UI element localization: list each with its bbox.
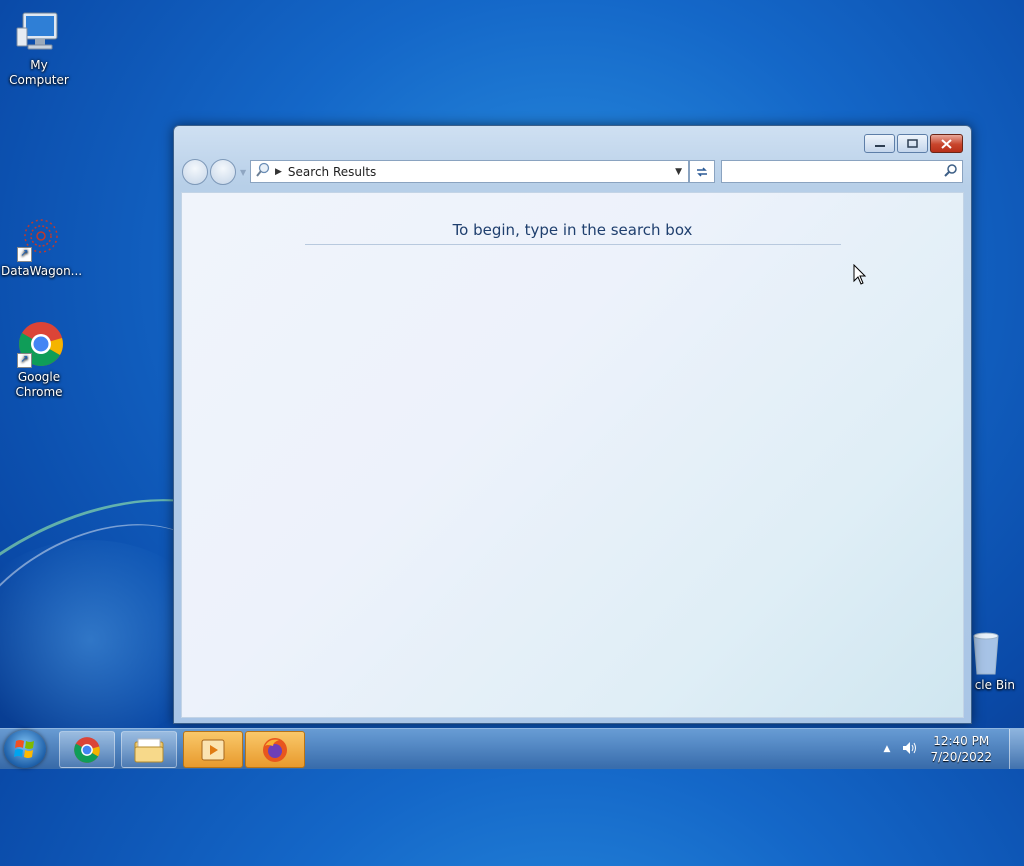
mouse-cursor-icon bbox=[853, 263, 867, 290]
close-icon bbox=[941, 138, 952, 149]
search-folder-icon bbox=[255, 162, 271, 181]
address-text[interactable]: Search Results bbox=[288, 165, 376, 179]
clock[interactable]: 12:40 PM 7/20/2022 bbox=[930, 733, 992, 765]
search-results-window: ▼ ▶ Search Results ▼ To begin, type in t… bbox=[173, 125, 972, 724]
desktop-icon-label: Google Chrome bbox=[15, 370, 63, 399]
chrome-icon: ↗ bbox=[15, 320, 63, 368]
recycle-bin-icon bbox=[971, 630, 1001, 676]
search-hint: To begin, type in the search box bbox=[452, 221, 693, 239]
desktop-icon-my-computer[interactable]: My Computer bbox=[1, 8, 77, 88]
shortcut-arrow-icon: ↗ bbox=[17, 353, 32, 368]
firefox-icon bbox=[263, 737, 287, 762]
breadcrumb-arrow-icon[interactable]: ▶ bbox=[275, 167, 282, 177]
volume-icon[interactable] bbox=[902, 741, 918, 758]
address-bar[interactable]: ▶ Search Results ▼ bbox=[250, 160, 689, 183]
explorer-folder-icon bbox=[134, 738, 164, 762]
recent-pages-dropdown-icon[interactable]: ▼ bbox=[240, 168, 246, 177]
back-button[interactable] bbox=[182, 159, 208, 185]
search-icon[interactable] bbox=[944, 163, 958, 182]
clock-date: 7/20/2022 bbox=[930, 750, 992, 764]
show-hidden-icons-icon[interactable]: ▲ bbox=[884, 744, 891, 754]
desktop-icon-label: My Computer bbox=[9, 58, 69, 87]
datawagon-icon: ↗ bbox=[15, 214, 63, 262]
chrome-icon bbox=[74, 736, 100, 763]
desktop-icon-google-chrome[interactable]: ↗ Google Chrome bbox=[1, 320, 77, 400]
system-tray: ▲ 12:40 PM 7/20/2022 bbox=[884, 729, 992, 769]
navigation-buttons: ▼ bbox=[182, 159, 246, 185]
start-button[interactable] bbox=[4, 730, 46, 768]
taskbar-firefox[interactable] bbox=[245, 731, 305, 768]
window-controls bbox=[864, 134, 963, 153]
maximize-button[interactable] bbox=[897, 134, 928, 153]
maximize-icon bbox=[907, 139, 918, 148]
show-desktop-button[interactable] bbox=[1009, 729, 1024, 769]
desktop-icon-datawagon[interactable]: ↗ DataWagon... bbox=[1, 214, 83, 279]
windows-logo-icon bbox=[14, 740, 34, 758]
taskbar-explorer[interactable] bbox=[121, 731, 177, 768]
close-button[interactable] bbox=[930, 134, 963, 153]
search-box[interactable] bbox=[721, 160, 963, 183]
minimize-icon bbox=[874, 144, 885, 147]
hint-divider bbox=[305, 244, 841, 245]
forward-button[interactable] bbox=[210, 159, 236, 185]
address-dropdown-icon[interactable]: ▼ bbox=[675, 167, 682, 177]
minimize-button[interactable] bbox=[864, 134, 895, 153]
search-input[interactable] bbox=[726, 161, 940, 183]
taskbar-media-player[interactable] bbox=[183, 731, 243, 768]
taskbar-chrome[interactable] bbox=[59, 731, 115, 768]
desktop-icon-label: DataWagon... bbox=[1, 264, 83, 278]
computer-icon bbox=[15, 8, 63, 56]
taskbar: ▲ 12:40 PM 7/20/2022 bbox=[0, 728, 1024, 769]
media-player-icon bbox=[201, 739, 225, 760]
shortcut-arrow-icon: ↗ bbox=[17, 247, 32, 262]
refresh-icon bbox=[697, 166, 707, 177]
clock-time: 12:40 PM bbox=[933, 734, 990, 748]
results-pane: To begin, type in the search box bbox=[181, 192, 964, 718]
refresh-button[interactable] bbox=[689, 160, 715, 183]
